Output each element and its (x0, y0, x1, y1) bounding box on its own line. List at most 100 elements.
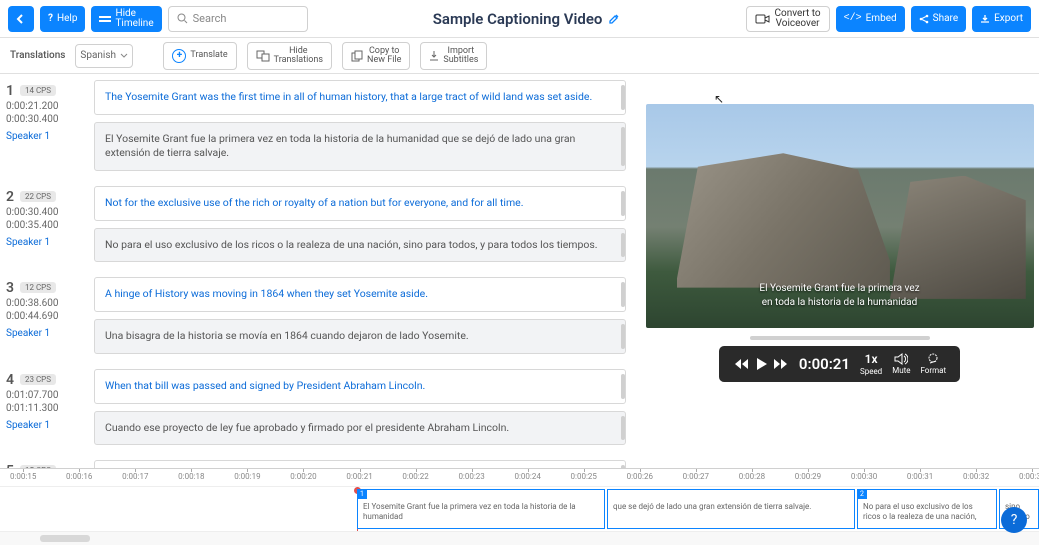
segment[interactable]: 2 22 CPS 0:00:30.400 0:00:35.400 Speaker … (6, 186, 626, 269)
ruler-tick: 0:00:27 (683, 472, 709, 481)
video-progress[interactable] (750, 336, 930, 340)
timeline-block[interactable]: 2No para el uso exclusivo de los ricos o… (857, 489, 997, 529)
share-button[interactable]: Share (911, 6, 966, 32)
hide-translations-button[interactable]: Hide Translations (247, 42, 332, 70)
segment-number: 1 (6, 83, 14, 99)
search-icon (177, 13, 188, 24)
timecode-in: 0:00:21.200 (6, 101, 86, 112)
hide-timeline-button[interactable]: Hide Timeline (91, 6, 161, 32)
segment-meta: 1 14 CPS 0:00:21.200 0:00:30.400 Speaker … (6, 80, 86, 178)
ruler-tick: 0:00:32 (963, 472, 989, 481)
segment-number: 4 (6, 372, 14, 388)
video-caption: El Yosemite Grant fue la primera vez en … (646, 282, 1034, 310)
cps-badge: 12 CPS (20, 282, 56, 293)
preview-panel: El Yosemite Grant fue la primera vez en … (636, 74, 1039, 468)
ruler-tick: 0:00:31 (907, 472, 933, 481)
segment-texts: When that bill was passed and signed by … (94, 369, 626, 452)
translation-text[interactable]: No para el uso exclusivo de los ricos o … (94, 228, 626, 263)
timecode-in: 0:00:30.400 (6, 207, 86, 218)
import-icon (429, 50, 439, 62)
source-text[interactable]: A hinge of History was moving in 1864 wh… (94, 277, 626, 312)
segment[interactable]: 423 CPS 0:01:07.700 0:01:11.300 Speaker … (6, 369, 626, 452)
ruler-tick: 0:00:24 (515, 472, 541, 481)
timeline-block[interactable]: 1El Yosemite Grant fue la primera vez en… (357, 489, 605, 529)
translation-text[interactable]: Cuando ese proyecto de ley fue aprobado … (94, 411, 626, 446)
speaker-label[interactable]: Speaker 1 (6, 420, 86, 431)
segment-list[interactable]: 1 14 CPS 0:00:21.200 0:00:30.400 Speaker … (0, 74, 636, 468)
timeline-block[interactable]: que se dejó de lado una gran extensión d… (607, 489, 855, 529)
segment[interactable]: 515 CPS 0:01:11.000 We were in the midst… (6, 460, 626, 468)
source-text[interactable]: Not for the exclusive use of the rich or… (94, 186, 626, 221)
video-preview[interactable]: El Yosemite Grant fue la primera vez en … (646, 104, 1034, 328)
source-text[interactable]: We were in the midsts, the depths the wo… (94, 460, 626, 468)
cps-badge: 22 CPS (20, 191, 56, 202)
rewind-icon[interactable] (733, 357, 749, 371)
timecode-out: 0:00:35.400 (6, 220, 86, 231)
subbar: Translations Spanish +Translate Hide Tra… (0, 38, 1039, 74)
ruler-tick: 0:00:21 (346, 472, 372, 481)
copy-new-file-button[interactable]: Copy to New File (342, 42, 410, 70)
speaker-label[interactable]: Speaker 1 (6, 328, 86, 339)
play-icon[interactable] (755, 357, 767, 371)
speaker-label[interactable]: Speaker 1 (6, 131, 86, 142)
timecode-out: 0:01:11.300 (6, 403, 86, 414)
player-controls: 0:00:21 1xSpeed Mute Format (719, 346, 960, 382)
topbar: ?Help Hide Timeline Search Sample Captio… (0, 0, 1039, 38)
ruler-tick: 0:00:30 (851, 472, 877, 481)
ruler-tick: 0:00:23 (458, 472, 484, 481)
segment-number: 2 (6, 189, 14, 205)
mute-control[interactable]: Mute (892, 353, 910, 375)
help-button[interactable]: ?Help (40, 6, 85, 32)
segment[interactable]: 3 12 CPS 0:00:38.600 0:00:44.690 Speaker … (6, 277, 626, 360)
segment-meta: 2 22 CPS 0:00:30.400 0:00:35.400 Speaker … (6, 186, 86, 269)
forward-icon[interactable] (773, 357, 789, 371)
edit-icon[interactable] (608, 13, 620, 25)
cps-badge: 23 CPS (20, 374, 56, 385)
chevron-down-icon (120, 53, 128, 58)
timeline-ruler[interactable]: 0:00:150:00:160:00:170:00:180:00:190:00:… (0, 469, 1039, 487)
segment[interactable]: 1 14 CPS 0:00:21.200 0:00:30.400 Speaker … (6, 80, 626, 178)
ruler-tick: 0:00:20 (290, 472, 316, 481)
timeline-scrollbar[interactable] (40, 535, 90, 542)
source-text[interactable]: The Yosemite Grant was the first time in… (94, 80, 626, 115)
copy-icon (351, 50, 363, 62)
search-input[interactable]: Search (168, 6, 308, 32)
import-subtitles-button[interactable]: Import Subtitles (420, 42, 487, 70)
translations-icon (256, 50, 270, 62)
language-select[interactable]: Spanish (75, 44, 133, 68)
source-text[interactable]: When that bill was passed and signed by … (94, 369, 626, 404)
segment-meta: 515 CPS 0:01:11.000 (6, 460, 86, 468)
translation-text[interactable]: El Yosemite Grant fue la primera vez en … (94, 122, 626, 171)
ruler-tick: 0:00:22 (402, 472, 428, 481)
player-time: 0:00:21 (799, 355, 850, 373)
speed-control[interactable]: 1xSpeed (860, 352, 882, 376)
segment-texts: We were in the midsts, the depths the wo… (94, 460, 626, 468)
convert-voiceover-button[interactable]: Convert to Voiceover (746, 6, 830, 32)
segment-number: 3 (6, 280, 14, 296)
timecode-out: 0:00:44.690 (6, 311, 86, 322)
back-button[interactable] (8, 6, 34, 32)
timeline[interactable]: 0:00:150:00:160:00:170:00:180:00:190:00:… (0, 468, 1039, 545)
segment-texts: The Yosemite Grant was the first time in… (94, 80, 626, 178)
translation-text[interactable]: Una bisagra de la historia se movía en 1… (94, 319, 626, 354)
format-icon (926, 353, 940, 365)
ruler-tick: 0:00:16 (66, 472, 92, 481)
ruler-tick: 0:00:15 (10, 472, 36, 481)
timeline-tracks[interactable]: 1El Yosemite Grant fue la primera vez en… (0, 487, 1039, 531)
segment-meta: 3 12 CPS 0:00:38.600 0:00:44.690 Speaker … (6, 277, 86, 360)
translations-label: Translations (10, 50, 65, 61)
export-button[interactable]: Export (972, 6, 1031, 32)
segment-meta: 423 CPS 0:01:07.700 0:01:11.300 Speaker … (6, 369, 86, 452)
timecode-in: 0:00:38.600 (6, 298, 86, 309)
embed-button[interactable]: </>Embed (836, 6, 905, 32)
segment-texts: A hinge of History was moving in 1864 wh… (94, 277, 626, 360)
ruler-tick: 0:00:26 (627, 472, 653, 481)
ruler-tick: 0:00:19 (234, 472, 260, 481)
format-control[interactable]: Format (920, 353, 946, 375)
translate-button[interactable]: +Translate (163, 42, 236, 70)
timecode-out: 0:00:30.400 (6, 114, 86, 125)
cps-badge: 14 CPS (20, 85, 56, 96)
speaker-label[interactable]: Speaker 1 (6, 237, 86, 248)
help-fab[interactable]: ? (1001, 507, 1027, 533)
ruler-tick: 0:00:18 (178, 472, 204, 481)
